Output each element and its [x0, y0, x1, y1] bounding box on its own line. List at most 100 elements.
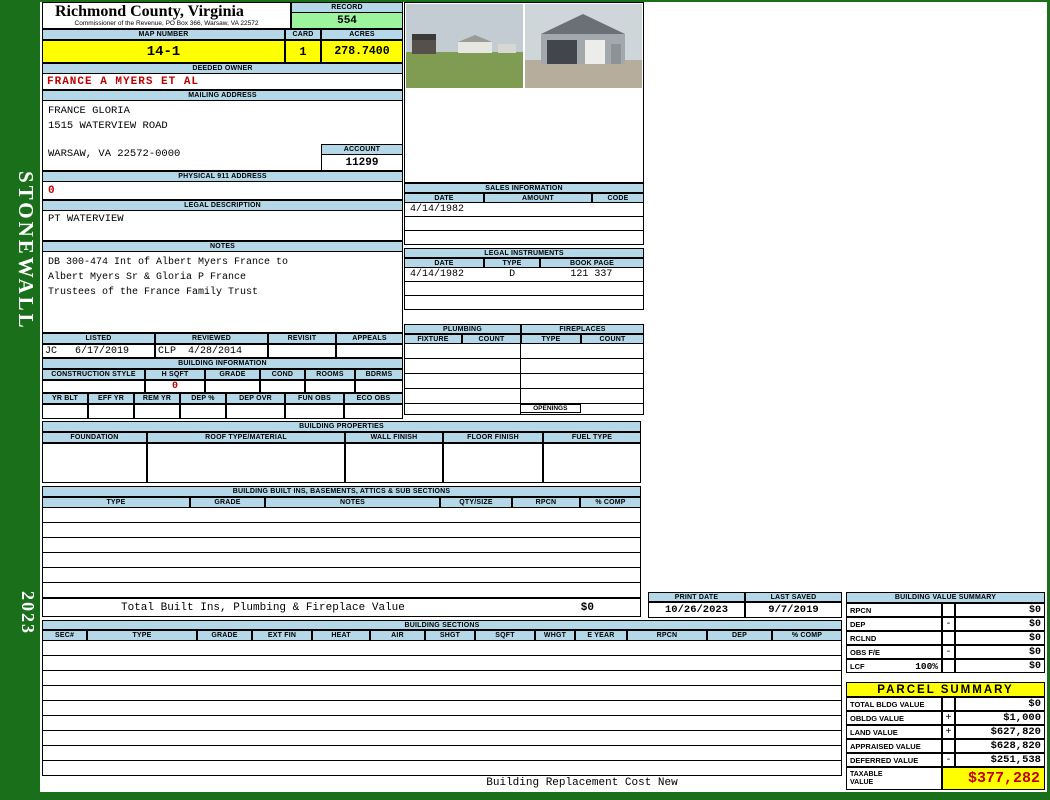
- empty-row: [405, 374, 520, 389]
- revisit-value: [268, 344, 336, 358]
- fireplaces-type-label: TYPE: [521, 334, 581, 344]
- depovr-value: [226, 404, 285, 419]
- building-sections-title: BUILDING SECTIONS: [42, 620, 842, 630]
- fireplaces-title: FIREPLACES: [521, 324, 644, 334]
- ps-op: +: [942, 725, 955, 739]
- legal-instrument-row: 4/14/1982 D 121 337: [405, 268, 643, 282]
- bvs-label: RPCN: [846, 603, 942, 617]
- builtins-comp-label: % COMP: [580, 497, 641, 508]
- construction-style-value: [42, 380, 145, 393]
- sales-date-label: DATE: [404, 193, 484, 203]
- bvs-op: [942, 631, 955, 645]
- physical-address-value: 0: [42, 182, 403, 200]
- bs-grade-label: GRADE: [197, 630, 252, 641]
- plumbing-fixture-label: FIXTURE: [404, 334, 462, 344]
- bvs-op: [942, 659, 955, 673]
- physical-address-box: PHYSICAL 911 ADDRESS 0: [42, 171, 403, 200]
- ps-row-land: LAND VALUE + $627,820: [846, 725, 1045, 739]
- building-value-summary: BUILDING VALUE SUMMARY RPCN $0 DEP - $0 …: [846, 592, 1045, 673]
- district-label: STONEWALL: [14, 170, 38, 331]
- notes-line-3: Trustees of the France Family Trust: [48, 287, 259, 298]
- fireplaces-count-label: COUNT: [581, 334, 644, 344]
- ps-value: $0: [955, 697, 1045, 711]
- bvs-value: $0: [955, 603, 1045, 617]
- county-header-box: Richmond County, Virginia Commissioner o…: [42, 2, 291, 29]
- empty-row: [43, 523, 640, 538]
- commissioner-line: Commissioner of the Revenue, PO Box 366,…: [74, 20, 259, 27]
- ecoobs-label: ECO OBS: [344, 393, 403, 404]
- legal-description-label: LEGAL DESCRIPTION: [42, 200, 403, 211]
- empty-row: [521, 359, 643, 374]
- construction-style-label: CONSTRUCTION STYLE: [42, 369, 145, 380]
- bs-air-label: AIR: [370, 630, 425, 641]
- bvs-row-lcf: LCF 100% $0: [846, 659, 1045, 673]
- openings-value: [581, 404, 643, 413]
- sales-title: SALES INFORMATION: [404, 183, 644, 193]
- taxable-label-text: TAXABLE VALUE: [850, 770, 883, 786]
- notes-line-1: DB 300-474 Int of Albert Myers France to: [48, 257, 289, 268]
- empty-row: [405, 217, 643, 231]
- notes-label: NOTES: [42, 241, 403, 252]
- photo-panel: [404, 2, 644, 183]
- sales-date-value: 4/14/1982: [410, 204, 465, 215]
- bvs-row-rpcn: RPCN $0: [846, 603, 1045, 617]
- bs-comp-label: % COMP: [772, 630, 842, 641]
- building-value-summary-title: BUILDING VALUE SUMMARY: [846, 592, 1045, 603]
- empty-row: [405, 359, 520, 374]
- remyr-value: [134, 404, 180, 419]
- listed-label: LISTED: [42, 333, 155, 344]
- legal-instruments-rows: 4/14/1982 D 121 337: [404, 268, 644, 310]
- review-table: LISTED REVIEWED REVISIT APPEALS JC 6/17/…: [42, 333, 403, 358]
- parcel-summary: PARCEL SUMMARY TOTAL BLDG VALUE $0 OBLDG…: [846, 682, 1045, 790]
- grade-label: GRADE: [205, 369, 260, 380]
- property-photo-2[interactable]: [525, 4, 642, 88]
- building-sections-rows: [42, 641, 842, 776]
- ps-row-total-bldg: TOTAL BLDG VALUE $0: [846, 697, 1045, 711]
- last-saved-value: 9/7/2019: [745, 602, 842, 618]
- empty-row: [43, 538, 640, 553]
- card-value: 1: [285, 40, 321, 63]
- empty-row: [43, 568, 640, 583]
- effyr-value: [88, 404, 134, 419]
- building-properties-section: BUILDING PROPERTIES FOUNDATION ROOF TYPE…: [42, 421, 641, 483]
- builtins-qty-label: QTY/SIZE: [440, 497, 512, 508]
- deeded-owner-label: DEEDED OWNER: [42, 63, 403, 74]
- bvs-value: $0: [955, 631, 1045, 645]
- sales-row: 4/14/1982: [405, 203, 643, 217]
- empty-row: [521, 374, 643, 389]
- record-box: RECORD 554: [291, 2, 403, 29]
- bvs-label: LCF 100%: [846, 659, 942, 673]
- bvs-value: $0: [955, 617, 1045, 631]
- bs-rpcn-label: RPCN: [627, 630, 707, 641]
- building-information-section: BUILDING INFORMATION CONSTRUCTION STYLE …: [42, 358, 403, 419]
- li-bookpage-label: BOOK PAGE: [540, 258, 644, 268]
- record-value: 554: [291, 13, 403, 29]
- property-photo-1[interactable]: [406, 4, 523, 88]
- bvs-op: -: [942, 645, 955, 659]
- empty-row: [405, 344, 520, 359]
- bs-sqft-label: SQFT: [475, 630, 535, 641]
- notes-block: DB 300-474 Int of Albert Myers France to…: [42, 252, 403, 333]
- hsqft-label: H SQFT: [145, 369, 205, 380]
- parcel-summary-title: PARCEL SUMMARY: [846, 682, 1045, 697]
- print-date-value: 10/26/2023: [648, 602, 745, 618]
- roof-type-label: ROOF TYPE/MATERIAL: [147, 432, 345, 443]
- roof-type-value: [147, 443, 345, 483]
- li-type-value: D: [509, 269, 516, 280]
- account-value: 11299: [321, 155, 403, 171]
- ps-value: $628,820: [955, 739, 1045, 753]
- ps-op: [942, 739, 955, 753]
- foundation-label: FOUNDATION: [42, 432, 147, 443]
- sales-information-section: SALES INFORMATION DATE AMOUNT CODE 4/14/…: [404, 183, 644, 245]
- builtins-grade-label: GRADE: [190, 497, 265, 508]
- plumbing-rows: [404, 344, 521, 415]
- deppct-label: DEP %: [180, 393, 226, 404]
- plumbing-title: PLUMBING: [404, 324, 521, 334]
- empty-row: [43, 686, 841, 701]
- bvs-label: DEP: [846, 617, 942, 631]
- property-record-card: STONEWALL 2023 Richmond County, Virginia…: [0, 0, 1050, 800]
- map-number-label: MAP NUMBER: [42, 29, 285, 40]
- bs-type-label: TYPE: [87, 630, 197, 641]
- ps-row-appraised: APPRAISED VALUE $628,820: [846, 739, 1045, 753]
- empty-row: [405, 282, 643, 296]
